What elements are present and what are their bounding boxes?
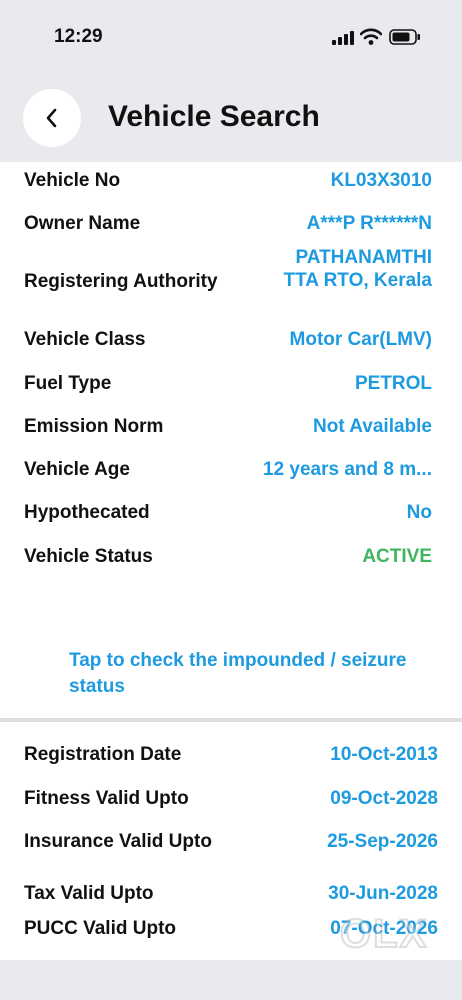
- date-label: Registration Date: [24, 744, 182, 765]
- detail-value: KL03X3010: [330, 170, 432, 191]
- date-value: 09-Oct-2028: [330, 788, 438, 809]
- detail-label: Emission Norm: [24, 416, 164, 437]
- impound-status-link[interactable]: Tap to check the impounded / seizure sta…: [69, 648, 429, 700]
- back-button[interactable]: [23, 89, 81, 147]
- date-label: Insurance Valid Upto: [24, 831, 212, 852]
- detail-value: PATHANAMTHI TTA RTO, Kerala: [283, 247, 432, 291]
- header: Vehicle Search: [0, 76, 462, 162]
- date-label: Tax Valid Upto: [24, 883, 154, 904]
- date-value: 10-Oct-2013: [330, 744, 438, 765]
- detail-label: Vehicle Age: [24, 459, 130, 480]
- detail-value: Motor Car(LMV): [289, 329, 432, 350]
- detail-label: Registering Authority: [24, 271, 218, 292]
- bottom-bar: [0, 960, 462, 1000]
- date-value: 25-Sep-2026: [327, 831, 438, 852]
- detail-value: PETROL: [354, 373, 432, 394]
- status-badge: ACTIVE: [362, 546, 432, 567]
- detail-value: 12 years and 8 m...: [263, 459, 432, 480]
- detail-value: No: [406, 502, 432, 523]
- battery-icon: [389, 29, 420, 45]
- detail-label: Vehicle Status: [24, 546, 153, 567]
- detail-value: A***P R******N: [306, 213, 432, 234]
- date-value: 30-Jun-2028: [328, 883, 438, 904]
- status-time: 12:29: [54, 26, 103, 47]
- wifi-icon: [360, 28, 382, 45]
- detail-value: Not Available: [313, 416, 432, 437]
- date-label: PUCC Valid Upto: [24, 918, 177, 939]
- detail-label: Vehicle No: [24, 170, 121, 191]
- detail-label: Hypothecated: [24, 502, 150, 523]
- page-title: Vehicle Search: [108, 100, 320, 133]
- status-bar: 12:29: [0, 0, 462, 76]
- detail-label: Fuel Type: [24, 373, 112, 394]
- date-label: Fitness Valid Upto: [24, 788, 189, 809]
- olx-watermark-logo: OLX: [339, 911, 429, 957]
- detail-label: Owner Name: [24, 213, 141, 234]
- chevron-left-icon: [46, 108, 57, 128]
- vehicle-details-card: Vehicle No KL03X3010 Owner Name A***P R*…: [0, 162, 462, 718]
- cellular-signal-icon: [332, 31, 354, 45]
- detail-label: Vehicle Class: [24, 329, 146, 350]
